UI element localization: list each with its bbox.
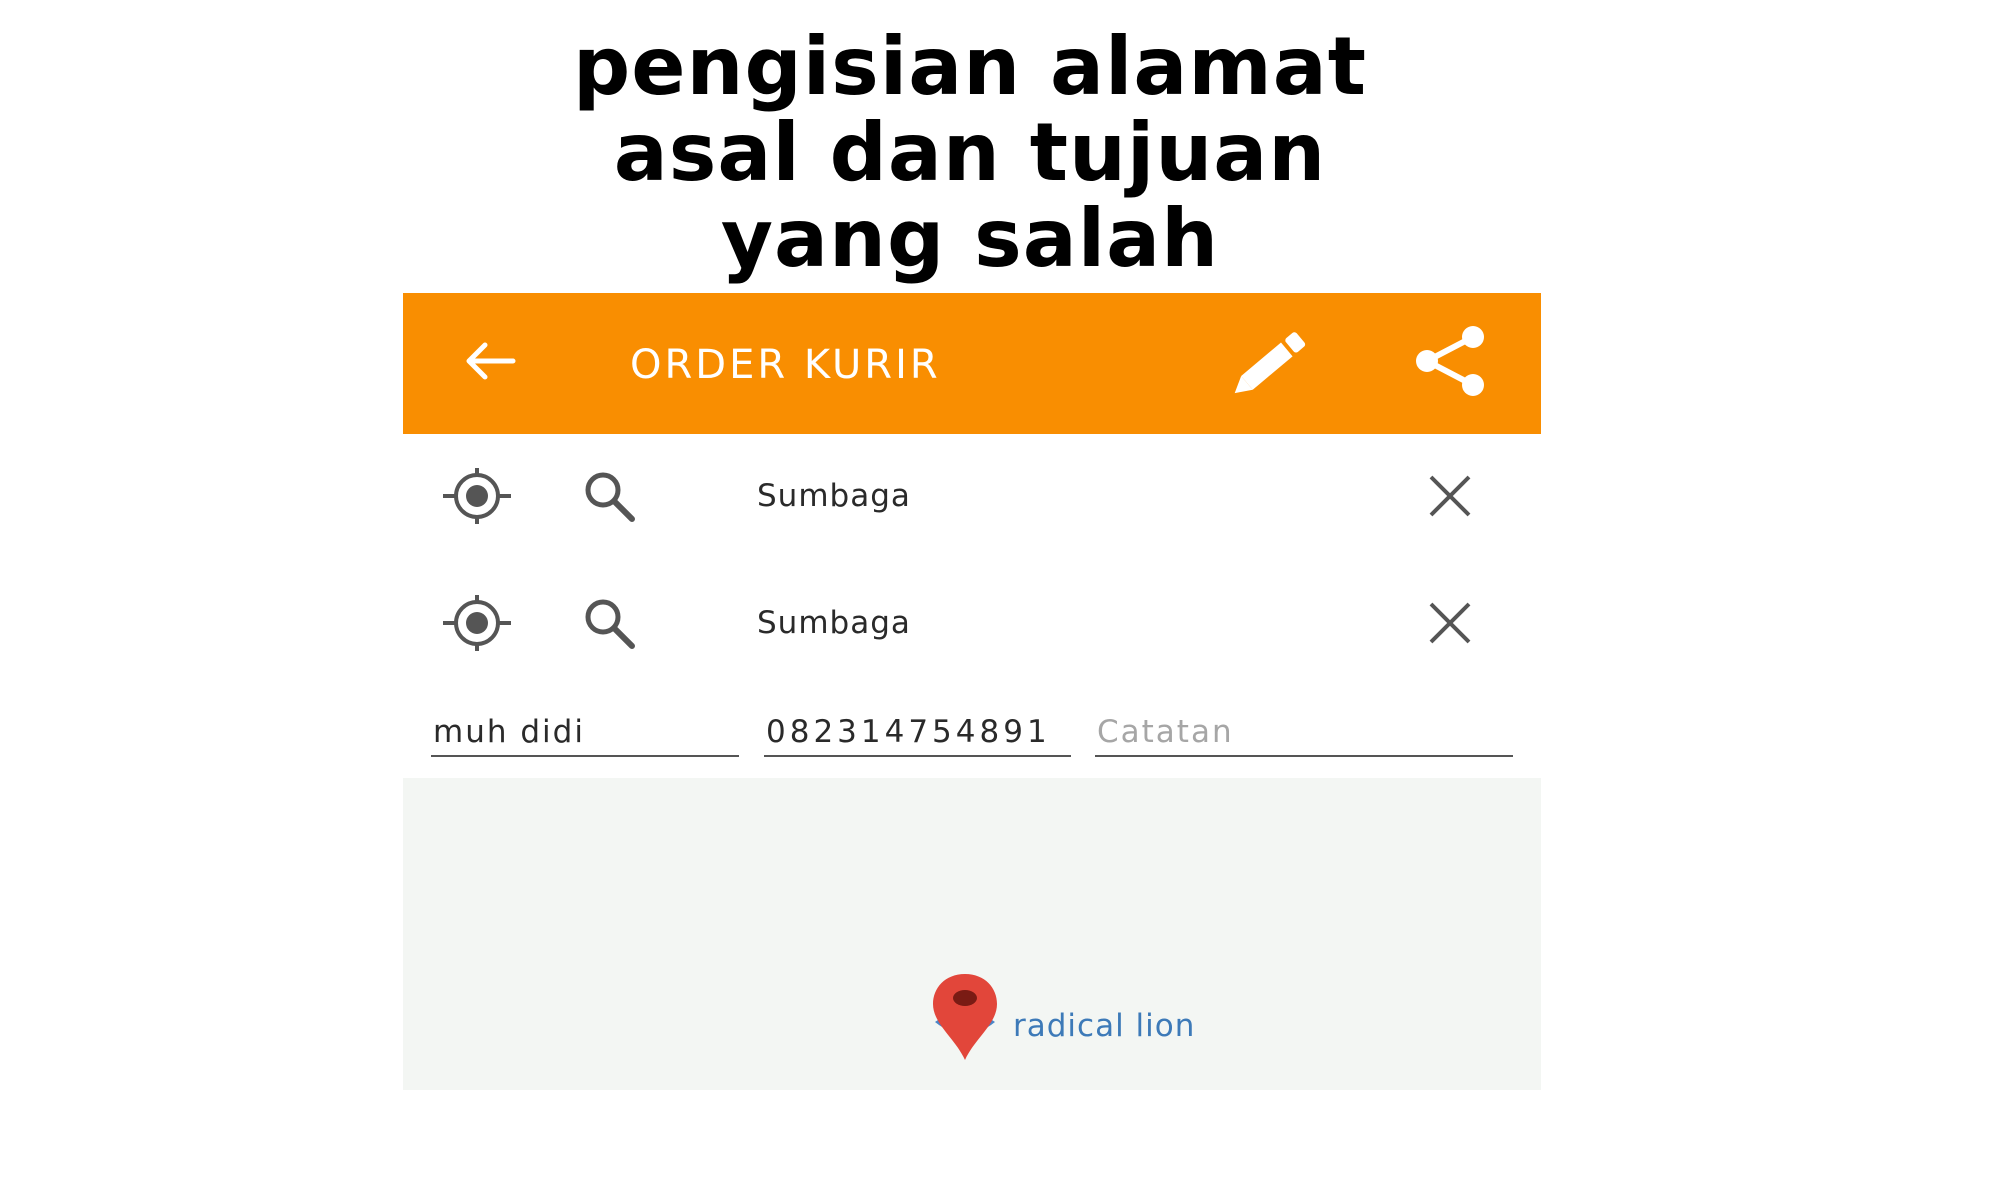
map-place-label: radical lion <box>1013 1008 1196 1044</box>
caption-line-1: pengisian alamat <box>573 20 1367 113</box>
origin-address-value[interactable]: Sumbaga <box>757 472 911 520</box>
image-caption: pengisian alamat asal dan tujuan yang sa… <box>470 24 1470 282</box>
target-location-icon[interactable] <box>441 466 513 526</box>
map-pin-icon[interactable] <box>925 968 1005 1068</box>
close-icon[interactable] <box>1425 471 1475 521</box>
search-icon[interactable] <box>581 595 637 651</box>
page-title: ORDER KURIR <box>630 342 941 388</box>
destination-address-row: Sumbaga <box>403 573 1541 673</box>
phone-field[interactable]: 082314754891 <box>764 707 1071 757</box>
caption-line-2: asal dan tujuan <box>613 106 1327 199</box>
app-bar: ORDER KURIR <box>403 293 1541 434</box>
name-field[interactable]: muh didi <box>431 707 739 757</box>
caption-line-3: yang salah <box>720 192 1220 285</box>
origin-address-row: Sumbaga <box>403 446 1541 546</box>
arrow-back-icon[interactable] <box>461 331 521 391</box>
search-icon[interactable] <box>581 468 637 524</box>
map-view[interactable]: radical lion <box>403 778 1541 1090</box>
target-location-icon[interactable] <box>441 593 513 653</box>
note-field[interactable]: Catatan <box>1095 707 1513 757</box>
order-courier-screen: ORDER KURIR Sumbaga Sumbaga muh didi 082… <box>403 293 1541 1090</box>
close-icon[interactable] <box>1425 598 1475 648</box>
destination-address-value[interactable]: Sumbaga <box>757 599 911 647</box>
share-icon[interactable] <box>1411 321 1491 401</box>
pencil-icon[interactable] <box>1233 321 1313 401</box>
